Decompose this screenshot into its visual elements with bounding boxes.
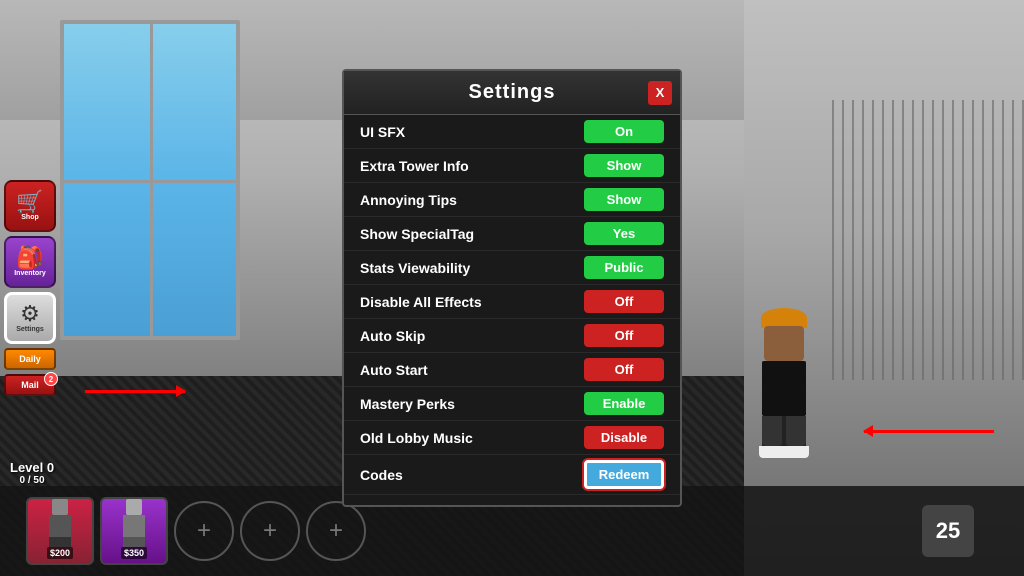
setting-value-10[interactable]: Redeem bbox=[584, 460, 664, 489]
setting-label-3: Show SpecialTag bbox=[360, 226, 474, 242]
setting-label-5: Disable All Effects bbox=[360, 294, 482, 310]
modal-title: Settings bbox=[469, 81, 556, 103]
modal-header: Settings X bbox=[344, 71, 680, 115]
setting-label-0: UI SFX bbox=[360, 124, 405, 140]
setting-value-9[interactable]: Disable bbox=[584, 426, 664, 449]
setting-label-4: Stats Viewability bbox=[360, 260, 470, 276]
setting-value-0[interactable]: On bbox=[584, 120, 664, 143]
setting-row-2: Annoying Tips Show bbox=[344, 183, 680, 217]
setting-value-1[interactable]: Show bbox=[584, 154, 664, 177]
setting-label-6: Auto Skip bbox=[360, 328, 425, 344]
setting-row-1: Extra Tower Info Show bbox=[344, 149, 680, 183]
setting-label-8: Mastery Perks bbox=[360, 396, 455, 412]
settings-rows: UI SFXOnExtra Tower InfoShowAnnoying Tip… bbox=[344, 115, 680, 495]
setting-label-7: Auto Start bbox=[360, 362, 428, 378]
setting-row-3: Show SpecialTag Yes bbox=[344, 217, 680, 251]
setting-row-9: Old Lobby Music Disable bbox=[344, 421, 680, 455]
setting-row-5: Disable All Effects Off bbox=[344, 285, 680, 319]
setting-row-0: UI SFX On bbox=[344, 115, 680, 149]
setting-label-1: Extra Tower Info bbox=[360, 158, 469, 174]
setting-row-8: Mastery Perks Enable bbox=[344, 387, 680, 421]
setting-value-5[interactable]: Off bbox=[584, 290, 664, 313]
setting-value-2[interactable]: Show bbox=[584, 188, 664, 211]
arrow-right bbox=[864, 430, 994, 433]
setting-row-10: Codes Redeem bbox=[344, 455, 680, 495]
setting-row-4: Stats Viewability Public bbox=[344, 251, 680, 285]
settings-modal: Settings X UI SFXOnExtra Tower InfoShowA… bbox=[342, 69, 682, 507]
setting-value-6[interactable]: Off bbox=[584, 324, 664, 347]
setting-label-2: Annoying Tips bbox=[360, 192, 457, 208]
setting-label-10: Codes bbox=[360, 467, 403, 483]
setting-value-3[interactable]: Yes bbox=[584, 222, 664, 245]
close-button[interactable]: X bbox=[648, 81, 672, 105]
setting-label-9: Old Lobby Music bbox=[360, 430, 473, 446]
setting-value-7[interactable]: Off bbox=[584, 358, 664, 381]
setting-value-8[interactable]: Enable bbox=[584, 392, 664, 415]
setting-row-6: Auto Skip Off bbox=[344, 319, 680, 353]
modal-overlay: Settings X UI SFXOnExtra Tower InfoShowA… bbox=[0, 0, 1024, 576]
setting-row-7: Auto Start Off bbox=[344, 353, 680, 387]
setting-value-4[interactable]: Public bbox=[584, 256, 664, 279]
arrow-left bbox=[85, 390, 185, 393]
